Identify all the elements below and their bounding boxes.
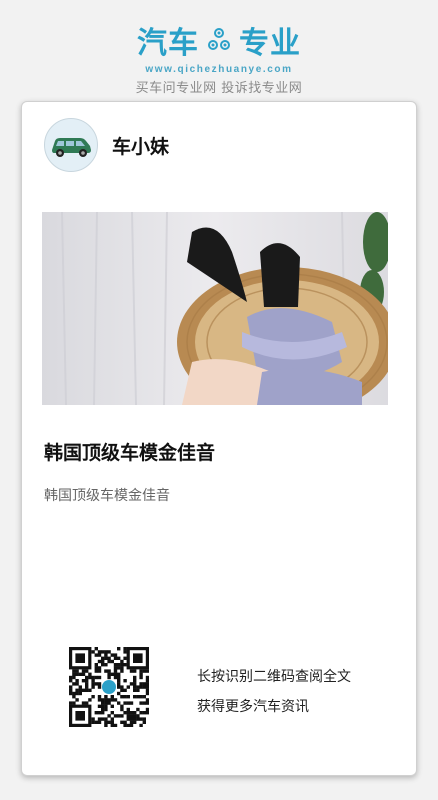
qr-caption-line2: 获得更多汽车资讯: [197, 699, 309, 715]
brand-header: 汽车 专业 www.qichezhuanye.com 买车问专业网 投诉找专业网: [0, 18, 438, 96]
gear-icon: [208, 28, 230, 50]
hero-image[interactable]: [42, 212, 388, 405]
green-suv-icon: [52, 138, 91, 157]
article-title[interactable]: 韩国顶级车模金佳音: [44, 438, 215, 465]
article-photo: [42, 212, 388, 405]
brand-title-right: 专业: [239, 26, 301, 61]
qr-caption-line1: 长按识别二维码查阅全文: [197, 669, 351, 685]
qr-code-icon: [69, 647, 150, 728]
brand-title-left: 汽车: [137, 26, 199, 61]
article-summary: 韩国顶级车模金佳音: [44, 488, 170, 504]
brand-url: www.qichezhuanye.com: [145, 64, 293, 75]
author-name: 车小妹: [112, 135, 170, 158]
qr-caption: 长按识别二维码查阅全文 获得更多汽车资讯: [197, 662, 351, 722]
brand-tagline: 买车问专业网 投诉找专业网: [135, 81, 303, 96]
avatar: [44, 118, 98, 172]
share-card: 车小妹 韩国顶级车模金佳音 韩国顶级车模金佳音 长按识别二维码查阅全文 获得更多…: [21, 101, 417, 776]
author-row: 车小妹: [44, 118, 169, 172]
brand-logo[interactable]: 汽车 专业: [137, 18, 301, 62]
qr-code[interactable]: [69, 647, 150, 728]
